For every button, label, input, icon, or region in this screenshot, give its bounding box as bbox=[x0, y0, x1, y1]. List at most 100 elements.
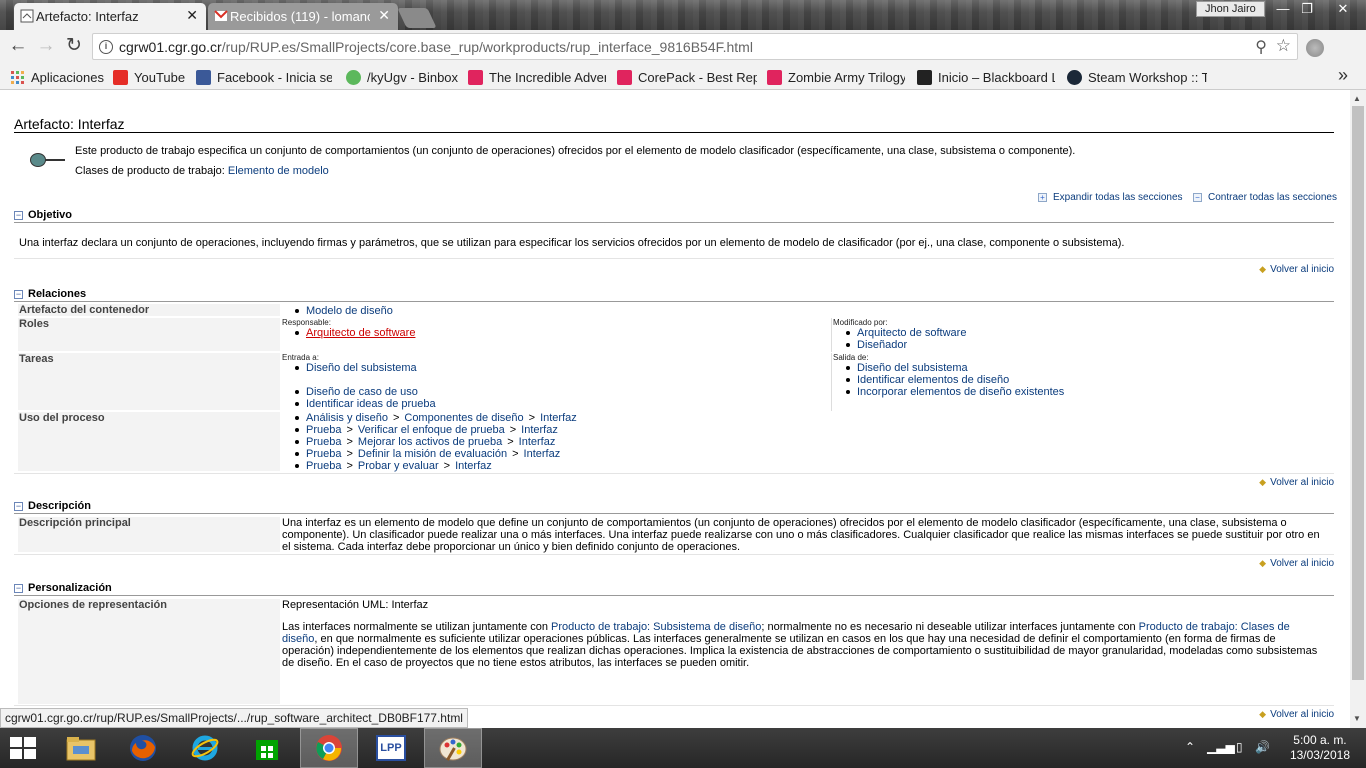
design-subsystem-link[interactable]: Producto de trabajo: Subsistema de diseñ… bbox=[551, 621, 761, 633]
process-link[interactable]: Componentes de diseño bbox=[404, 412, 523, 424]
collapse-section-icon[interactable]: − bbox=[14, 502, 23, 511]
zoom-magnifier-icon[interactable]: ⚲ bbox=[1255, 37, 1267, 57]
process-link[interactable]: Interfaz bbox=[524, 448, 561, 460]
process-link[interactable]: Interfaz bbox=[540, 412, 577, 424]
windows-start-icon[interactable] bbox=[10, 737, 38, 759]
bookmark-binbox[interactable]: /kyUgv - Binbox bbox=[346, 68, 458, 86]
up-arrow-icon: ◆ bbox=[1259, 709, 1267, 719]
bookmark-star-icon[interactable]: ☆ bbox=[1276, 36, 1291, 56]
roles-modified-cell: Modificado por: Arquitecto de software D… bbox=[831, 318, 1331, 352]
bookmark-corepack[interactable]: CorePack - Best Repa bbox=[617, 68, 757, 86]
breadcrumb-separator: > bbox=[392, 412, 400, 424]
back-to-top-link[interactable]: ◆ Volver al inicio bbox=[1259, 264, 1334, 275]
extension-icon[interactable] bbox=[1306, 39, 1324, 57]
profile-button[interactable]: Jhon Jairo bbox=[1196, 1, 1265, 17]
back-to-top-link[interactable]: ◆ Volver al inicio bbox=[1259, 558, 1334, 569]
tab-recibidos[interactable]: Recibidos (119) - lomano ✕ bbox=[208, 3, 398, 30]
process-link[interactable]: Interfaz bbox=[521, 424, 558, 436]
lpp-app-icon[interactable]: LPP bbox=[362, 728, 420, 768]
info-icon[interactable]: i bbox=[99, 40, 113, 54]
paint-icon[interactable] bbox=[424, 728, 482, 768]
battery-icon[interactable]: ▯ bbox=[1236, 740, 1243, 754]
process-link[interactable]: Definir la misión de evaluación bbox=[358, 448, 507, 460]
scroll-down-icon[interactable]: ▼ bbox=[1353, 714, 1361, 723]
bookmark-youtube[interactable]: YouTube bbox=[113, 68, 185, 86]
collapse-section-icon[interactable]: − bbox=[14, 290, 23, 299]
vertical-scrollbar[interactable]: ▲ ▼ bbox=[1350, 90, 1366, 728]
chrome-icon[interactable] bbox=[300, 728, 358, 768]
input-task-link[interactable]: Identificar ideas de prueba bbox=[306, 398, 436, 410]
network-signal-icon[interactable]: ▁▃▅ bbox=[1207, 740, 1235, 754]
output-task-link[interactable]: Identificar elementos de diseño bbox=[857, 374, 1009, 386]
bookmark-apps[interactable]: Aplicaciones bbox=[10, 68, 104, 86]
modified-by-link[interactable]: Arquitecto de software bbox=[857, 327, 966, 339]
process-link[interactable]: Interfaz bbox=[455, 460, 492, 472]
input-task-link[interactable]: Diseño de caso de uso bbox=[306, 386, 418, 398]
up-arrow-icon: ◆ bbox=[1259, 477, 1267, 487]
process-link[interactable]: Prueba bbox=[306, 448, 341, 460]
process-link[interactable]: Interfaz bbox=[519, 436, 556, 448]
process-link[interactable]: Prueba bbox=[306, 460, 341, 472]
collapse-all-link[interactable]: − Contraer todas las secciones bbox=[1193, 192, 1337, 203]
classes-link[interactable]: Elemento de modelo bbox=[228, 165, 329, 177]
uml-representation: Representación UML: Interfaz bbox=[282, 599, 429, 611]
process-link[interactable]: Prueba bbox=[306, 436, 341, 448]
bookmark-zombie-army[interactable]: Zombie Army Trilogy bbox=[767, 68, 905, 86]
volume-icon[interactable]: 🔊 bbox=[1255, 740, 1270, 754]
bookmark-facebook[interactable]: Facebook - Inicia sesión bbox=[196, 68, 332, 86]
bookmark-steam-workshop[interactable]: Steam Workshop :: Te bbox=[1067, 68, 1207, 86]
scroll-up-icon[interactable]: ▲ bbox=[1353, 94, 1361, 103]
output-task-link[interactable]: Diseño del subsistema bbox=[857, 362, 968, 374]
firefox-icon[interactable] bbox=[114, 728, 172, 768]
windows-store-icon[interactable] bbox=[238, 728, 296, 768]
bookmarks-overflow-icon[interactable]: » bbox=[1338, 65, 1348, 86]
section-descripcion-header[interactable]: − Descripción bbox=[14, 500, 1334, 514]
section-divider bbox=[14, 705, 1334, 706]
process-link[interactable]: Análisis y diseño bbox=[306, 412, 388, 424]
process-link[interactable]: Probar y evaluar bbox=[358, 460, 439, 472]
customization-text: Las interfaces normalmente se utilizan j… bbox=[282, 621, 1318, 669]
file-explorer-icon[interactable] bbox=[52, 728, 110, 768]
container-link[interactable]: Modelo de diseño bbox=[306, 305, 393, 317]
forward-arrow-icon[interactable]: → bbox=[34, 35, 58, 59]
collapse-section-icon[interactable]: − bbox=[14, 211, 23, 220]
up-arrow-icon: ◆ bbox=[1259, 264, 1267, 274]
collapse-section-icon[interactable]: − bbox=[14, 584, 23, 593]
tab-artefacto-interfaz[interactable]: Artefacto: Interfaz ✕ bbox=[14, 3, 206, 30]
expand-all-link[interactable]: + Expandir todas las secciones bbox=[1038, 192, 1183, 203]
address-bar[interactable]: i cgrw01.cgr.go.cr/rup/RUP.es/SmallProje… bbox=[92, 33, 1298, 60]
restore-icon[interactable]: ❐ bbox=[1294, 0, 1320, 18]
row-label-container: Artefacto del contenedor bbox=[18, 304, 280, 317]
back-to-top-link[interactable]: ◆ Volver al inicio bbox=[1259, 709, 1334, 720]
responsible-link[interactable]: Arquitecto de software bbox=[306, 327, 415, 339]
bookmark-incredible-adven[interactable]: The Incredible Adven bbox=[468, 68, 606, 86]
close-window-icon[interactable]: ✕ bbox=[1328, 0, 1358, 18]
reload-icon[interactable]: ↻ bbox=[62, 35, 86, 59]
scrollbar-thumb[interactable] bbox=[1352, 106, 1364, 680]
input-task-link[interactable]: Diseño del subsistema bbox=[306, 362, 417, 374]
tray-overflow-icon[interactable]: ⌃ bbox=[1185, 740, 1195, 754]
internet-explorer-icon[interactable] bbox=[176, 728, 234, 768]
row-label-proceso: Uso del proceso bbox=[18, 412, 280, 472]
system-clock[interactable]: 5:00 a. m. 13/03/2018 bbox=[1290, 733, 1350, 763]
minimize-icon[interactable]: — bbox=[1270, 0, 1296, 18]
back-arrow-icon[interactable]: ← bbox=[6, 35, 30, 59]
process-path-item: Prueba > Verificar el enfoque de prueba > In… bbox=[282, 424, 577, 436]
tab-close-icon[interactable]: ✕ bbox=[186, 7, 198, 24]
process-link[interactable]: Verificar el enfoque de prueba bbox=[358, 424, 505, 436]
section-divider bbox=[14, 473, 1334, 474]
up-arrow-icon: ◆ bbox=[1259, 558, 1267, 568]
process-link[interactable]: Prueba bbox=[306, 424, 341, 436]
bookmark-blackboard[interactable]: Inicio – Blackboard Le bbox=[917, 68, 1055, 86]
description-text: Una interfaz es un elemento de modelo qu… bbox=[282, 517, 1320, 553]
output-task-link[interactable]: Incorporar elementos de diseño existente… bbox=[857, 386, 1064, 398]
section-relaciones-header[interactable]: − Relaciones bbox=[14, 288, 1334, 302]
modified-by-link[interactable]: Diseñador bbox=[857, 339, 907, 351]
back-to-top-link[interactable]: ◆ Volver al inicio bbox=[1259, 477, 1334, 488]
tab-close-icon[interactable]: ✕ bbox=[378, 7, 390, 24]
process-link[interactable]: Mejorar los activos de prueba bbox=[358, 436, 502, 448]
breadcrumb-separator: > bbox=[507, 436, 514, 448]
section-objetivo-header[interactable]: − Objetivo bbox=[14, 209, 1334, 223]
link-status-bubble: cgrw01.cgr.go.cr/rup/RUP.es/SmallProject… bbox=[0, 708, 468, 728]
section-personalizacion-header[interactable]: − Personalización bbox=[14, 582, 1334, 596]
